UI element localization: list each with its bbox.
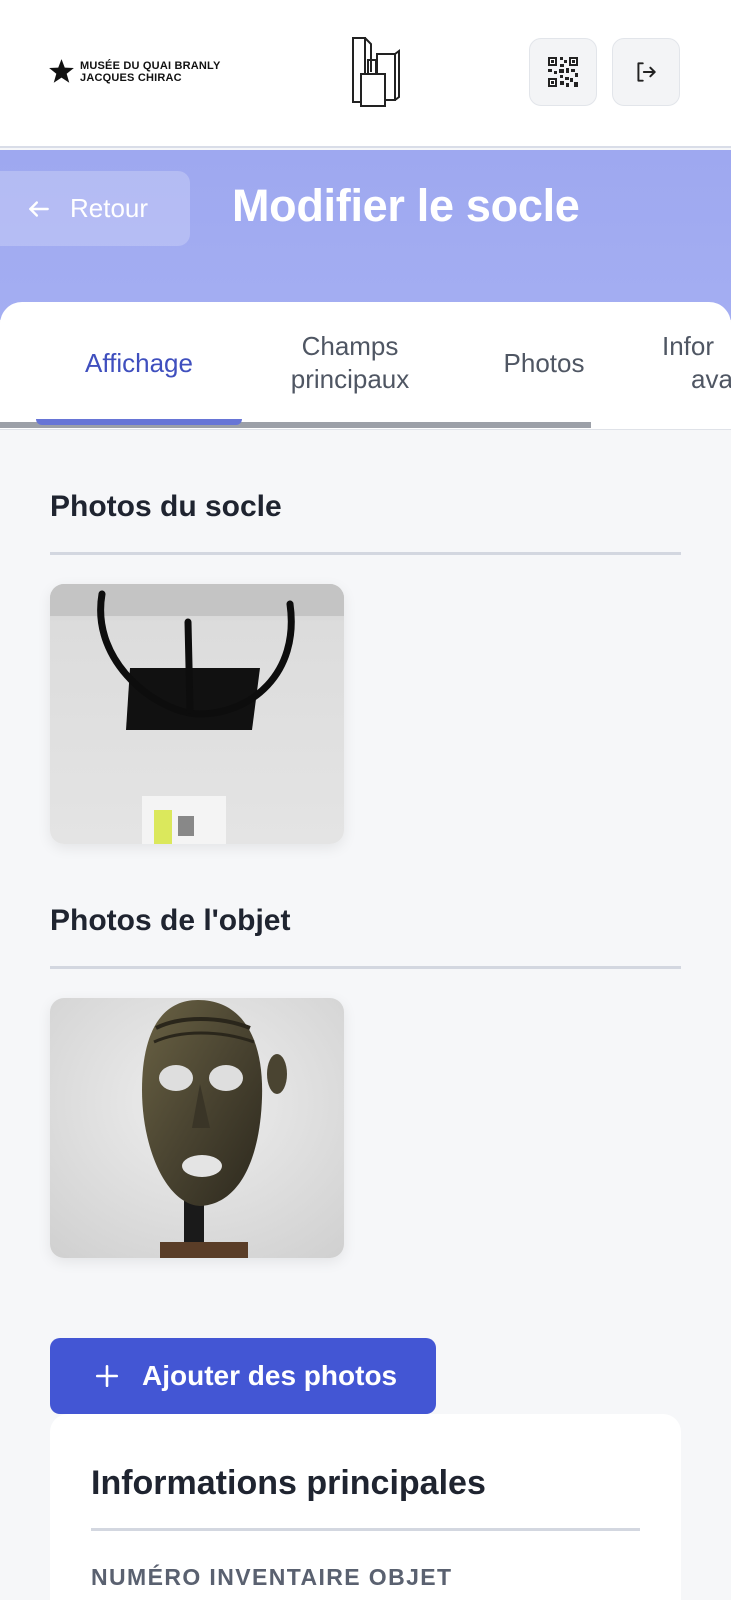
page-title: Modifier le socle (232, 180, 580, 231)
tab-photos[interactable]: Photos (476, 302, 612, 424)
logo-line-1: MUSÉE DU QUAI BRANLY (80, 59, 221, 72)
tab-champs-principaux[interactable]: Champs principaux (262, 302, 438, 424)
tab-info-label-1: Infor (662, 331, 715, 361)
back-button[interactable]: Retour (0, 171, 190, 246)
add-photos-label: Ajouter des photos (142, 1360, 398, 1391)
tab-info-label-2: ava (691, 364, 731, 394)
info-card-title: Informations principales (91, 1464, 486, 1502)
star-icon (49, 59, 74, 83)
tab-photos-label: Photos (503, 347, 585, 378)
object-photo[interactable] (50, 998, 344, 1258)
socle-photo[interactable] (50, 584, 344, 844)
tab-champs-label-2: principaux (290, 364, 410, 394)
museum-logo: MUSÉE DU QUAI BRANLY JACQUES CHIRAC (48, 58, 221, 85)
back-button-label: Retour (70, 193, 149, 223)
socle-photos-divider (50, 552, 681, 555)
tab-affichage-label: Affichage (85, 347, 193, 378)
arrow-left-icon (29, 200, 49, 217)
logout-icon (637, 62, 656, 82)
tab-bar: Affichage Champs principaux Photos Infor… (0, 302, 731, 430)
active-tab-indicator (36, 419, 242, 425)
object-photos-title: Photos de l'objet (50, 904, 291, 937)
object-photos-divider (50, 966, 681, 969)
info-card: Informations principales NUMÉRO INVENTAI… (50, 1414, 681, 1600)
add-photos-button[interactable]: Ajouter des photos (50, 1338, 436, 1414)
logo-line-2: JACQUES CHIRAC (80, 71, 182, 84)
qr-code-icon (548, 57, 578, 87)
logout-button[interactable] (612, 38, 680, 106)
object-photo-image (50, 998, 344, 1258)
socle-photo-image (50, 584, 344, 844)
inventory-number-label: NUMÉRO INVENTAIRE OBJET (91, 1564, 453, 1590)
plus-icon (95, 1364, 119, 1388)
qr-scan-button[interactable] (529, 38, 597, 106)
socle-photos-title: Photos du socle (50, 490, 282, 523)
info-card-divider (91, 1528, 640, 1531)
tab-affichage[interactable]: Affichage (36, 302, 242, 424)
tab-informations-avancees[interactable]: Infor ava (662, 302, 731, 424)
pedestal-logo-icon (352, 37, 400, 107)
tab-champs-label-1: Champs (301, 331, 399, 361)
app-header: MUSÉE DU QUAI BRANLY JACQUES CHIRAC (0, 0, 731, 148)
